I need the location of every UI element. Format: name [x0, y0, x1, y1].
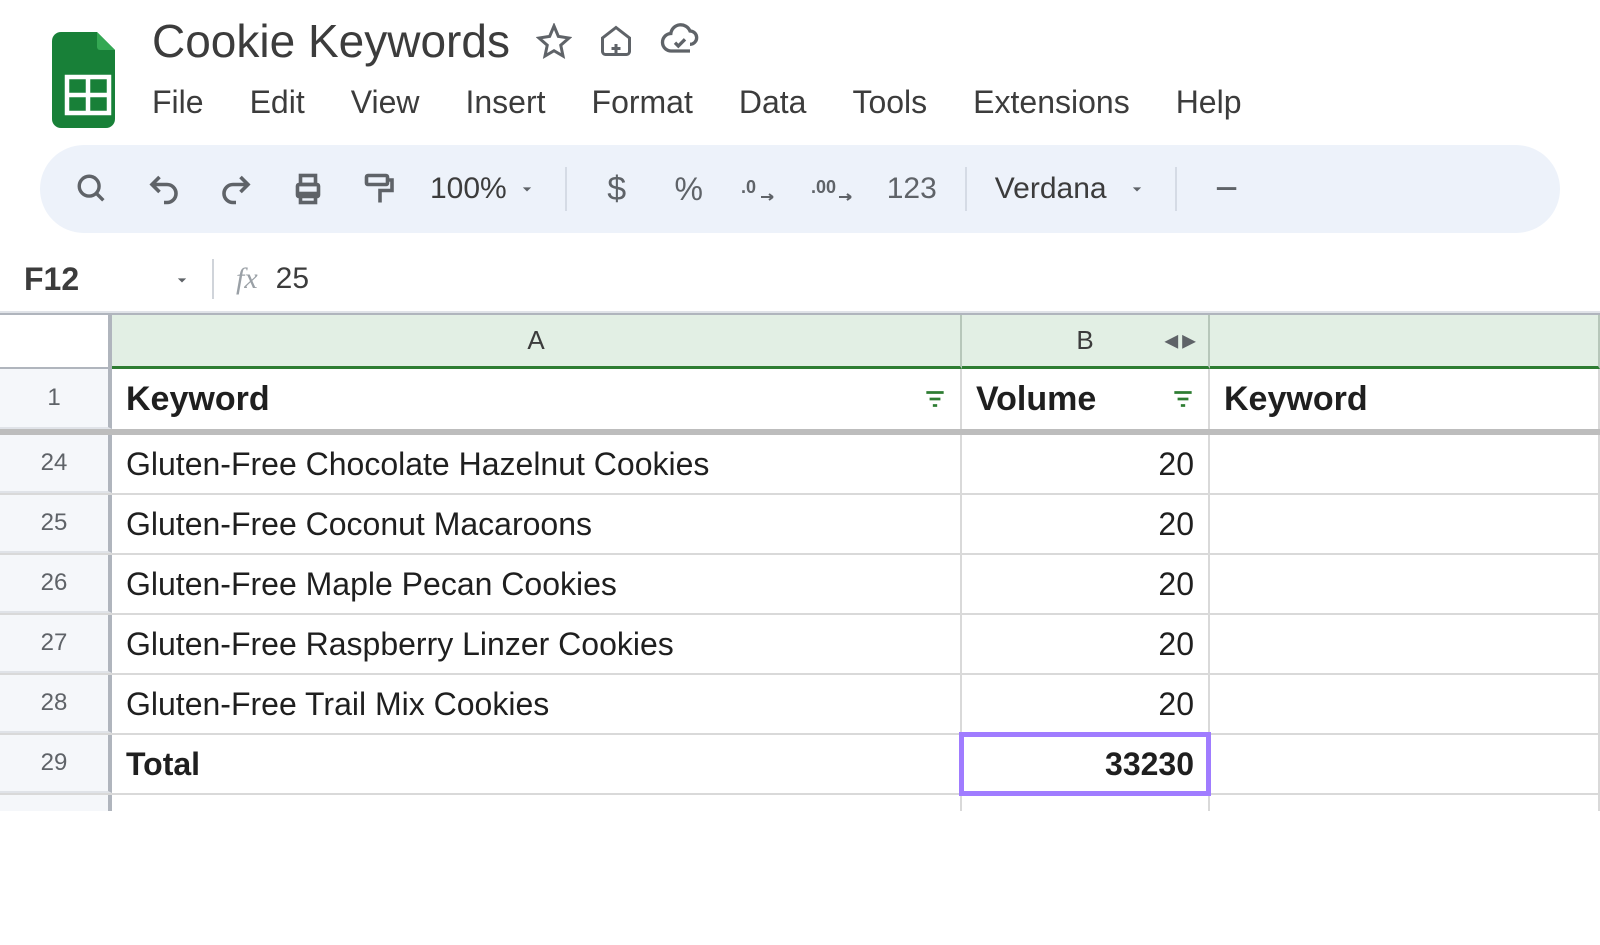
select-all-corner[interactable] — [0, 315, 112, 369]
cell-total-label[interactable]: Total — [112, 735, 962, 793]
chevron-down-icon — [172, 261, 192, 298]
cell-volume[interactable]: 20 — [962, 435, 1210, 493]
toolbar-separator — [965, 167, 967, 211]
menu-file[interactable]: File — [152, 84, 204, 121]
horizontal-scroll-icon[interactable]: ◀▶ — [1164, 330, 1196, 351]
cell-empty[interactable] — [1210, 735, 1600, 793]
total-row: 29 Total 33230 — [0, 735, 1600, 795]
column-headers: A B ◀▶ — [0, 315, 1600, 369]
header-cell-keyword[interactable]: Keyword — [112, 369, 962, 429]
star-icon[interactable] — [536, 23, 572, 59]
column-header-A[interactable]: A — [112, 315, 962, 369]
font-select[interactable]: Verdana — [995, 172, 1147, 206]
cell-keyword[interactable]: Gluten-Free Raspberry Linzer Cookies — [112, 615, 962, 673]
row-header[interactable]: 25 — [0, 495, 112, 553]
menu-data[interactable]: Data — [739, 84, 807, 121]
currency-icon[interactable]: $ — [595, 167, 639, 211]
row-header[interactable]: 27 — [0, 615, 112, 673]
cell-empty[interactable] — [1210, 795, 1600, 811]
name-box[interactable]: F12 — [0, 261, 212, 298]
rows: 1 Keyword Volume Keyword — [0, 369, 1600, 811]
cell-keyword[interactable]: Gluten-Free Trail Mix Cookies — [112, 675, 962, 733]
percent-icon[interactable]: % — [667, 167, 711, 211]
row-header-empty — [0, 795, 112, 811]
cell-keyword[interactable]: Gluten-Free Chocolate Hazelnut Cookies — [112, 435, 962, 493]
print-icon[interactable] — [286, 167, 330, 211]
row-header[interactable]: 29 — [0, 735, 112, 793]
column-header-B[interactable]: B ◀▶ — [962, 315, 1210, 369]
table-row: 27 Gluten-Free Raspberry Linzer Cookies … — [0, 615, 1600, 675]
row-header[interactable]: 28 — [0, 675, 112, 733]
fx-separator — [212, 259, 214, 299]
menu-bar: File Edit View Insert Format Data Tools … — [152, 70, 1242, 121]
toolbar-separator — [565, 167, 567, 211]
formula-input[interactable]: 25 — [276, 262, 309, 296]
increase-decimal-icon[interactable]: .00 — [811, 167, 859, 211]
fx-label: fx — [236, 262, 258, 296]
cell-keyword[interactable]: Gluten-Free Maple Pecan Cookies — [112, 555, 962, 613]
zoom-select[interactable]: 100% — [430, 172, 537, 206]
cell-volume[interactable]: 20 — [962, 495, 1210, 553]
cell-empty[interactable] — [112, 795, 962, 811]
table-row: 24 Gluten-Free Chocolate Hazelnut Cookie… — [0, 435, 1600, 495]
menu-view[interactable]: View — [351, 84, 420, 121]
cell-empty[interactable] — [1210, 555, 1600, 613]
undo-icon[interactable] — [142, 167, 186, 211]
cell-volume[interactable]: 20 — [962, 615, 1210, 673]
empty-row — [0, 795, 1600, 811]
cell-total-value[interactable]: 33230 — [962, 735, 1210, 793]
search-icon[interactable] — [70, 167, 114, 211]
menu-format[interactable]: Format — [592, 84, 693, 121]
row-header[interactable]: 26 — [0, 555, 112, 613]
minus-icon[interactable]: − — [1205, 167, 1249, 211]
cell-empty[interactable] — [962, 795, 1210, 811]
document-title[interactable]: Cookie Keywords — [152, 18, 510, 64]
column-header-C[interactable] — [1210, 315, 1600, 369]
menu-extensions[interactable]: Extensions — [973, 84, 1130, 121]
row-header[interactable]: 24 — [0, 435, 112, 493]
toolbar-separator — [1175, 167, 1177, 211]
chrome-header: Cookie Keywords File Edit View Insert — [0, 0, 1600, 313]
decrease-decimal-icon[interactable]: .0 — [739, 167, 783, 211]
redo-icon[interactable] — [214, 167, 258, 211]
sheets-logo-icon[interactable] — [52, 32, 124, 128]
cell-empty[interactable] — [1210, 615, 1600, 673]
formula-bar: F12 fx 25 — [0, 247, 1600, 313]
cloud-status-icon[interactable] — [660, 21, 700, 61]
table-row: 28 Gluten-Free Trail Mix Cookies 20 — [0, 675, 1600, 735]
cell-empty[interactable] — [1210, 435, 1600, 493]
title-row: Cookie Keywords File Edit View Insert — [0, 18, 1600, 123]
toolbar: 100% $ % .0 .00 123 Verdana − — [40, 145, 1560, 233]
table-row: 25 Gluten-Free Coconut Macaroons 20 — [0, 495, 1600, 555]
menu-edit[interactable]: Edit — [250, 84, 305, 121]
move-icon[interactable] — [598, 23, 634, 59]
svg-text:.00: .00 — [811, 177, 836, 197]
cell-empty[interactable] — [1210, 675, 1600, 733]
cell-keyword[interactable]: Gluten-Free Coconut Macaroons — [112, 495, 962, 553]
header-cell-volume[interactable]: Volume — [962, 369, 1210, 429]
row-header-1[interactable]: 1 — [0, 369, 112, 429]
cell-volume[interactable]: 20 — [962, 675, 1210, 733]
header-cell-keyword-2[interactable]: Keyword — [1210, 369, 1600, 429]
menu-tools[interactable]: Tools — [852, 84, 927, 121]
filter-icon[interactable] — [922, 386, 948, 412]
spreadsheet-grid: A B ◀▶ 1 Keyword Volume — [0, 313, 1600, 811]
table-row: 26 Gluten-Free Maple Pecan Cookies 20 — [0, 555, 1600, 615]
number-format-select[interactable]: 123 — [887, 167, 937, 211]
svg-text:.0: .0 — [741, 177, 756, 197]
paint-format-icon[interactable] — [358, 167, 402, 211]
google-sheets-app: Cookie Keywords File Edit View Insert — [0, 0, 1600, 811]
menu-insert[interactable]: Insert — [465, 84, 545, 121]
menu-help[interactable]: Help — [1176, 84, 1242, 121]
cell-volume[interactable]: 20 — [962, 555, 1210, 613]
filter-icon[interactable] — [1170, 386, 1196, 412]
frozen-header-row: 1 Keyword Volume Keyword — [0, 369, 1600, 435]
cell-empty[interactable] — [1210, 495, 1600, 553]
